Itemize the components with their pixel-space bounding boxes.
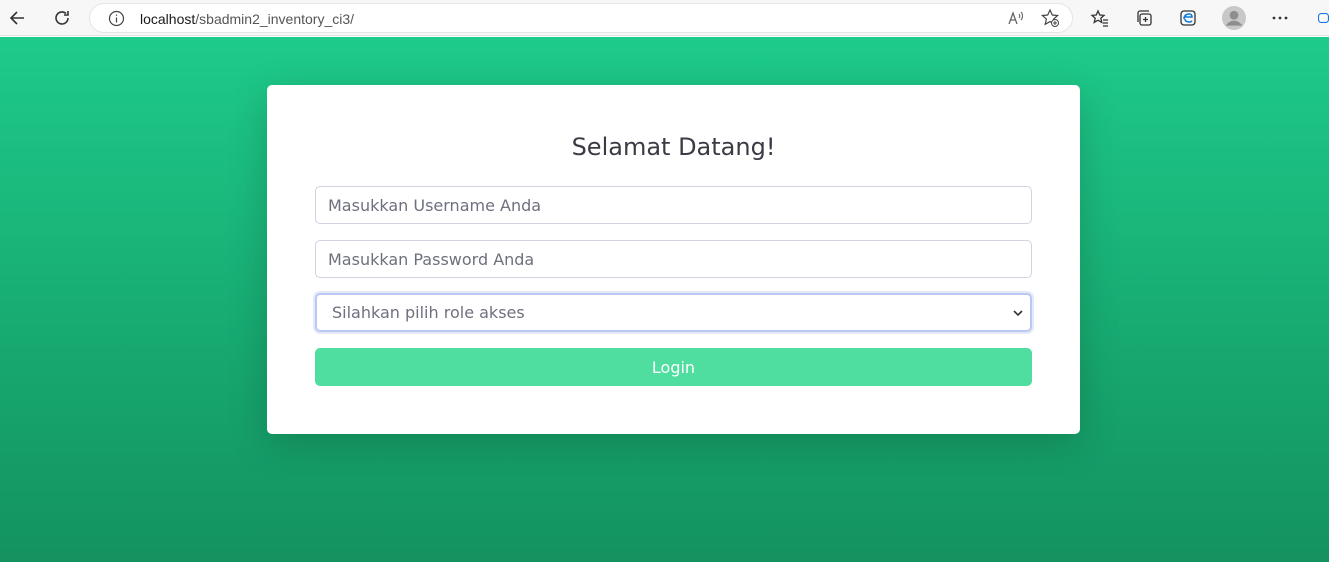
password-input[interactable]: Masukkan Password Anda	[315, 240, 1032, 278]
favorites-icon[interactable]	[1086, 4, 1114, 32]
more-options-icon[interactable]	[1266, 4, 1294, 32]
info-icon[interactable]	[108, 10, 125, 27]
collections-icon[interactable]	[1130, 4, 1158, 32]
address-bar[interactable]: localhost/sbadmin2_inventory_ci3/	[89, 3, 1073, 33]
browser-toolbar: localhost/sbadmin2_inventory_ci3/	[0, 0, 1329, 36]
refresh-icon[interactable]	[48, 4, 76, 32]
copilot-icon[interactable]	[1310, 4, 1329, 32]
role-select[interactable]: Silahkan pilih role akses	[315, 293, 1032, 332]
profile-avatar[interactable]	[1220, 4, 1248, 32]
url-host: localhost	[140, 11, 196, 27]
role-select-value: Silahkan pilih role akses	[332, 303, 525, 322]
back-icon[interactable]	[4, 4, 32, 32]
chevron-down-icon	[1013, 310, 1023, 317]
login-card: Selamat Datang! Masukkan Username Anda M…	[267, 85, 1080, 434]
username-input[interactable]: Masukkan Username Anda	[315, 186, 1032, 224]
login-button[interactable]: Login	[315, 348, 1032, 386]
browser-essentials-icon[interactable]	[1174, 4, 1202, 32]
url-text: localhost/sbadmin2_inventory_ci3/	[140, 11, 354, 27]
page-title: Selamat Datang!	[571, 133, 776, 161]
url-path: /sbadmin2_inventory_ci3/	[195, 11, 355, 27]
read-aloud-icon[interactable]	[1006, 8, 1026, 28]
login-page-background: Selamat Datang! Masukkan Username Anda M…	[0, 37, 1329, 562]
add-favorite-icon[interactable]	[1040, 8, 1060, 28]
